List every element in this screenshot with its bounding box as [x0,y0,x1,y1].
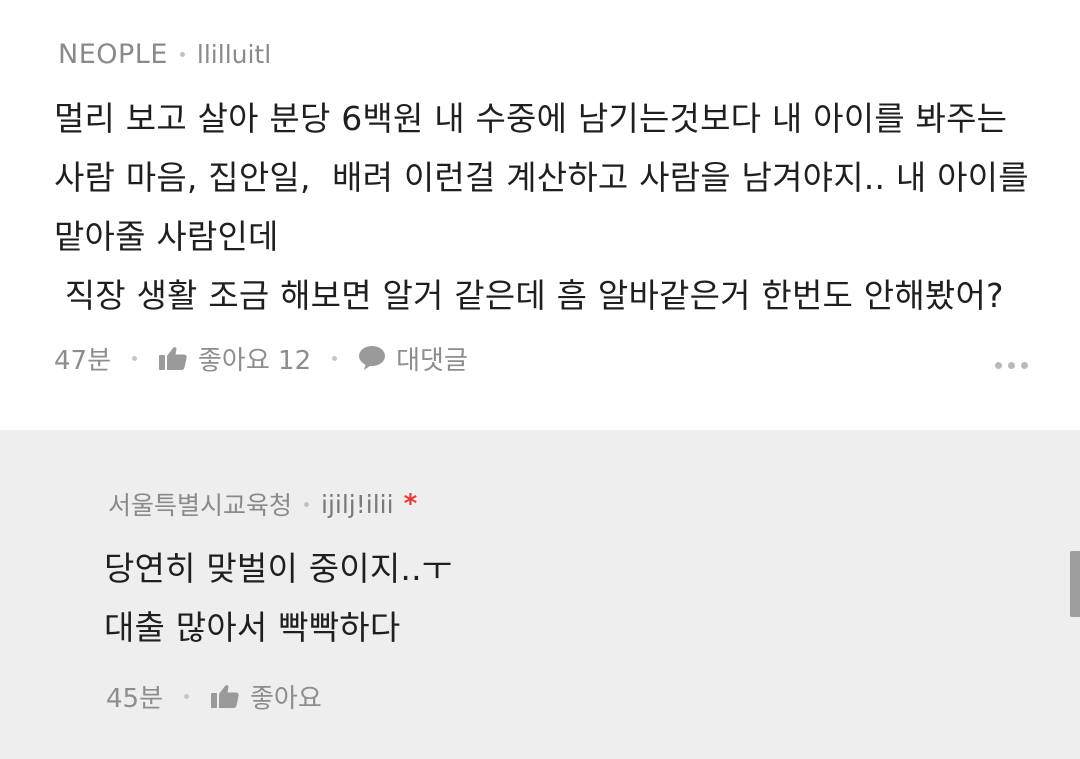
comment-username[interactable]: llilluitl [197,40,271,69]
more-dots-icon [995,362,1002,369]
thumbs-up-icon [158,345,188,371]
author-marker: * [403,489,418,519]
separator-dot [132,355,138,361]
reply-author[interactable]: 서울특별시교육청 [108,486,292,522]
comment-body: 멀리 보고 살아 분당 6백원 내 수중에 남기는것보다 내 아이를 봐주는 사… [54,99,1029,315]
speech-bubble-icon [358,345,386,371]
separator-dot [179,51,185,57]
like-count-label: 좋아요 12 [198,345,312,376]
comment-card: NEOPLE llilluitl 멀리 보고 살아 분당 6백원 내 수중에 남… [0,0,1080,430]
reply-button[interactable]: 대댓글 [358,340,468,377]
reply-card: 서울특별시교육청 ijilj!ilii * 당연히 맞벌이 중이지..ㅜ 대출 … [0,430,1080,759]
reply-header: 서울특별시교육청 ijilj!ilii * [108,486,417,522]
separator-dot [332,355,338,361]
comment-header: NEOPLE llilluitl [58,36,271,72]
comment-author[interactable]: NEOPLE [58,39,168,70]
reply-username[interactable]: ijilj!ilii [321,490,394,519]
reply-time: 45분 [106,683,164,714]
scrollbar-thumb[interactable] [1070,551,1080,617]
reply-body: 당연히 맞벌이 중이지..ㅜ 대출 많아서 빡빡하다 [104,549,453,647]
reply-like-label: 좋아요 [250,683,322,714]
reply-like-button[interactable]: 좋아요 [210,678,322,715]
comment-actions: 47분 좋아요 12 대댓글 [54,338,468,378]
separator-dot [184,693,190,699]
separator-dot [304,501,310,507]
like-button[interactable]: 좋아요 12 [158,340,311,377]
reply-label: 대댓글 [396,345,468,376]
thumbs-up-icon [210,683,240,709]
comment-time: 47분 [54,345,112,376]
reply-actions: 45분 좋아요 [106,676,322,716]
more-options-button[interactable] [995,362,1028,369]
